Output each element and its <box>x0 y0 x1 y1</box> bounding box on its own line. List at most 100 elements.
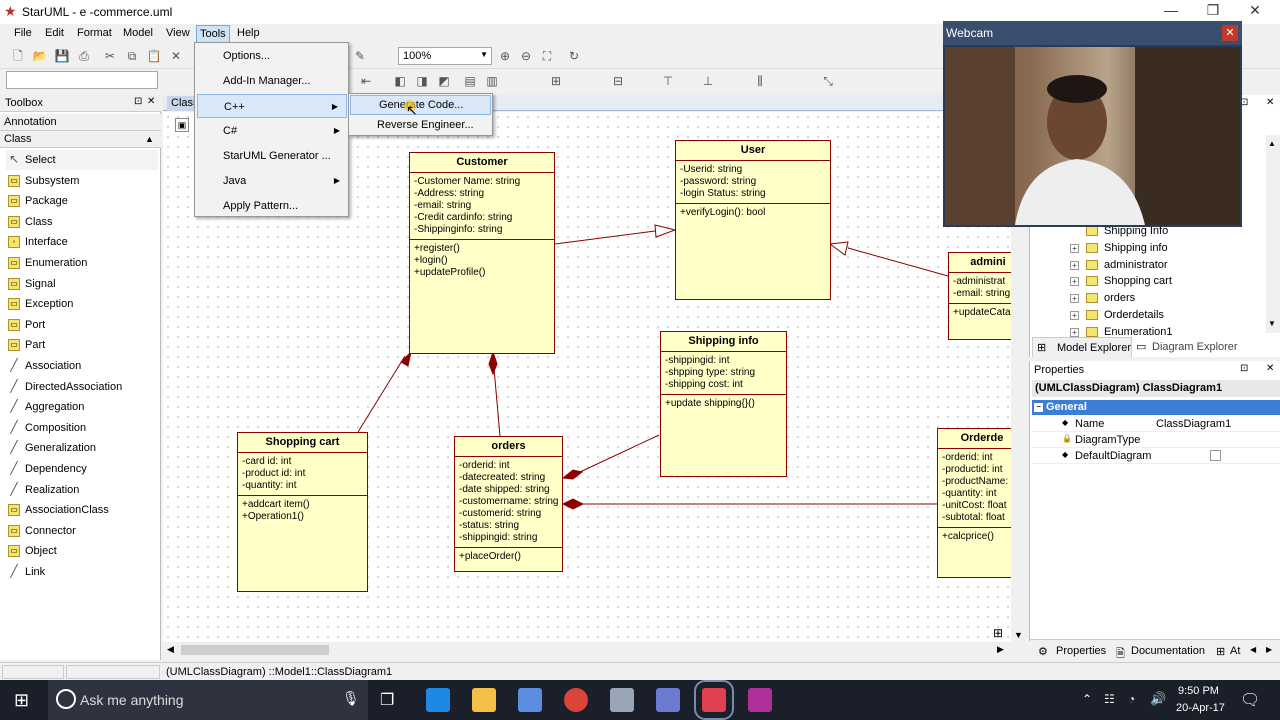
edge-icon[interactable] <box>426 688 450 712</box>
menu-item-options[interactable]: Options... <box>195 44 348 68</box>
task-view-icon[interactable]: ❐ <box>380 690 394 710</box>
menu-item-generate-code[interactable]: Generate Code... <box>350 95 491 115</box>
menu-item-reverse-engineer[interactable]: Reverse Engineer... <box>349 115 492 135</box>
cortana-search[interactable]: Ask me anything 🎙 <box>48 680 368 720</box>
menu-item-java[interactable]: Java ▶ <box>195 169 348 193</box>
align-middle-icon[interactable]: ⊥ <box>700 73 716 89</box>
clock-time[interactable]: 9:50 PM <box>1178 685 1219 697</box>
app-icon[interactable] <box>610 688 634 712</box>
zoom-out-icon[interactable]: ⊖ <box>518 48 534 64</box>
menu-model[interactable]: Model <box>123 27 153 39</box>
menu-edit[interactable]: Edit <box>45 27 64 39</box>
tab-attachments[interactable]: At <box>1230 645 1240 657</box>
toolbox-item-exception[interactable]: ▭ Exception <box>6 294 158 314</box>
generalization-admin-user[interactable] <box>847 247 949 277</box>
new-file-icon[interactable]: 🗋 <box>10 48 26 64</box>
toolbox-item-associationclass[interactable]: ▭ AssociationClass <box>6 500 158 520</box>
toolbox-section-class[interactable]: Class ▲ <box>0 131 161 148</box>
arrange-icon[interactable]: ▤ <box>462 73 478 89</box>
toolbox-item-subsystem[interactable]: ▭ Subsystem <box>6 171 158 191</box>
notifications-icon[interactable]: 🗨 <box>1240 690 1260 710</box>
uml-class-user[interactable]: User -Userid: string -password: string -log… <box>675 140 831 300</box>
minimize-button[interactable]: — <box>1156 2 1186 22</box>
horizontal-scrollbar[interactable]: ◀ ▶ <box>163 642 1013 658</box>
generalization-customer-user[interactable] <box>554 230 656 245</box>
expand-icon[interactable]: + <box>1070 277 1079 287</box>
scroll-right-icon[interactable]: ▶ <box>997 644 1004 655</box>
toolbox-item-composition[interactable]: ╱ Composition <box>6 418 158 438</box>
scroll-down-icon[interactable]: ▼ <box>1014 630 1023 640</box>
toolbox-item-dependency[interactable]: ╱ Dependency <box>6 459 158 479</box>
expand-icon[interactable]: + <box>1070 294 1079 304</box>
menu-tools[interactable]: Tools <box>196 25 230 43</box>
menu-view[interactable]: View <box>166 27 190 39</box>
scroll-down-icon[interactable]: ▼ <box>1268 319 1276 328</box>
menu-file[interactable]: File <box>14 27 32 39</box>
scroll-thumb[interactable] <box>181 645 329 655</box>
wifi-icon[interactable]: ◔ <box>1128 692 1135 706</box>
menu-item-apply-pattern[interactable]: Apply Pattern... <box>195 194 348 218</box>
windows-start-icon[interactable]: ⊞ <box>14 690 29 711</box>
uml-class-shoppingcart[interactable]: Shopping cart -card id: int -product id: i… <box>237 432 368 592</box>
chevron-up-icon[interactable]: ⌃ <box>1082 692 1092 706</box>
collapse-icon[interactable]: ▲ <box>145 131 154 148</box>
close-icon[interactable]: ✕ <box>1266 363 1274 374</box>
toolbox-item-select[interactable]: ↖ Select <box>6 150 158 170</box>
toolbox-item-package[interactable]: ▭ Package <box>6 191 158 211</box>
align-top-icon[interactable]: ⊤ <box>660 73 676 89</box>
menu-item-staruml-generator[interactable]: StarUML Generator ... <box>195 144 348 168</box>
layout-icon[interactable]: ⊞ <box>548 73 564 89</box>
tab-properties[interactable]: Properties <box>1056 645 1106 657</box>
toolbox-item-association[interactable]: ╱ Association <box>6 356 158 376</box>
font-combo[interactable] <box>6 71 158 89</box>
close-icon[interactable]: ✕ <box>147 96 155 107</box>
size-icon[interactable]: ⤡ <box>820 73 836 89</box>
property-group-general[interactable]: − General <box>1032 400 1280 415</box>
toolbox-item-interface[interactable]: ◦ Interface <box>6 232 158 252</box>
toolbox-item-class[interactable]: ▭ Class <box>6 212 158 232</box>
pin-icon[interactable]: ⊡ <box>134 96 142 107</box>
format-icon[interactable]: ✎ <box>352 48 368 64</box>
clock-date[interactable]: 20-Apr-17 <box>1176 702 1225 714</box>
close-button[interactable]: ✕ <box>1240 2 1270 22</box>
maximize-button[interactable]: ❐ <box>1198 2 1228 22</box>
tab-diagram-explorer[interactable]: ▭ Diagram Explorer <box>1132 337 1242 357</box>
open-file-icon[interactable]: 📂 <box>32 48 48 64</box>
zoom-fit-icon[interactable]: ⛶ <box>539 48 555 64</box>
toolbox-section-annotation[interactable]: Annotation <box>0 114 161 131</box>
diagram-navigator-icon[interactable]: ⊞ <box>993 626 1003 640</box>
store-icon[interactable] <box>518 688 542 712</box>
scroll-left-icon[interactable]: ◀ <box>1250 645 1256 654</box>
expand-icon[interactable]: + <box>1070 243 1079 253</box>
expand-icon[interactable]: + <box>1070 311 1079 320</box>
zoom-in-icon[interactable]: ⊕ <box>497 48 513 64</box>
uml-class-customer[interactable]: Customer -Customer Name: string -Address: … <box>409 152 555 354</box>
default-diagram-checkbox[interactable] <box>1210 450 1221 461</box>
toolbox-item-generalization[interactable]: ╱ Generalization <box>6 438 158 458</box>
scroll-up-icon[interactable]: ▲ <box>1268 139 1276 148</box>
toolbox-item-realization[interactable]: ╱ Realization <box>6 480 158 500</box>
remote-desktop-icon[interactable] <box>656 688 680 712</box>
cut-icon[interactable]: ✂ <box>102 48 118 64</box>
toolbox-item-aggregation[interactable]: ╱ Aggregation <box>6 397 158 417</box>
align-center-icon[interactable]: ◨ <box>414 73 430 89</box>
toolbox-item-connector[interactable]: ▭ Connector <box>6 521 158 541</box>
distribute-icon[interactable]: ⊟ <box>610 73 626 89</box>
expand-icon[interactable]: + <box>1070 327 1079 337</box>
microphone-icon[interactable]: 🎙 <box>342 690 360 707</box>
arrange-front-icon[interactable]: ▥ <box>484 73 500 89</box>
composition-customer-cart[interactable] <box>357 355 406 433</box>
tree-scrollbar[interactable]: ▲ ▼ <box>1266 135 1280 333</box>
save-icon[interactable]: 💾 <box>54 48 70 64</box>
paste-icon[interactable]: 📋 <box>146 48 162 64</box>
scroll-left-icon[interactable]: ◀ <box>167 644 174 655</box>
menu-format[interactable]: Format <box>77 27 112 39</box>
staruml-taskbar-icon[interactable] <box>694 680 734 720</box>
menu-item-addin-manager[interactable]: Add-In Manager... <box>195 69 348 93</box>
tab-documentation[interactable]: Documentation <box>1131 645 1205 657</box>
toolbox-item-part[interactable]: ▭ Part <box>6 335 158 355</box>
refresh-icon[interactable]: ↻ <box>566 48 582 64</box>
network-icon[interactable]: ☷ <box>1104 692 1115 706</box>
menu-help[interactable]: Help <box>237 27 260 39</box>
toolbox-item-enumeration[interactable]: ▭ Enumeration <box>6 253 158 273</box>
